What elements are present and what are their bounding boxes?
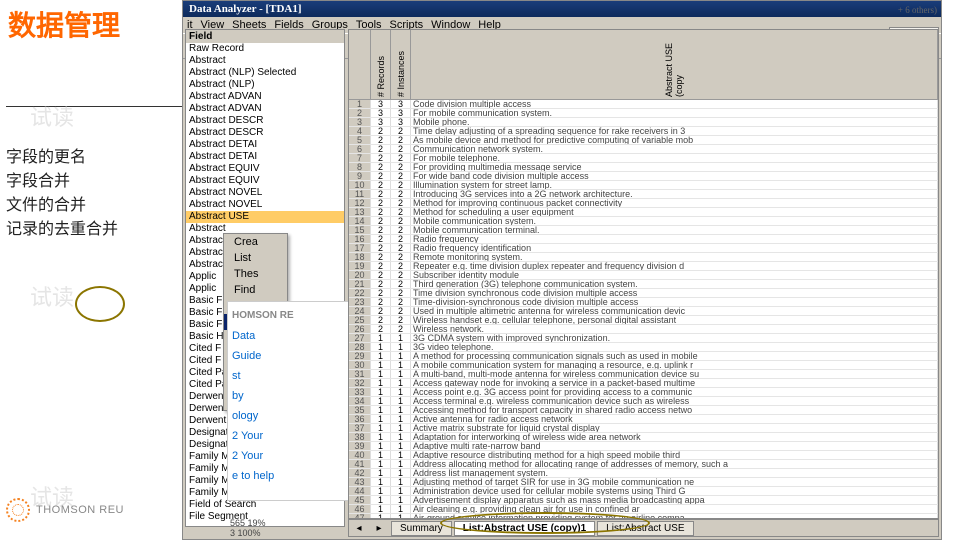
table-row[interactable]: 1522Mobile communication terminal. [349,226,938,235]
table-row[interactable]: 1722Radio frequency identification [349,244,938,253]
context-menu-item[interactable]: Crea [224,234,287,250]
table-row[interactable]: 4311Adjusting method of target SIR for u… [349,478,938,487]
table-row[interactable]: 233For mobile communication system. [349,109,938,118]
field-header: Field [186,30,344,43]
table-row[interactable]: 1622Radio frequency [349,235,938,244]
table-row[interactable]: 822For providing multimedia message serv… [349,163,938,172]
field-item[interactable]: Abstract [186,55,344,67]
table-row[interactable]: 4211Address list management system. [349,469,938,478]
scroll-left-icon[interactable]: ◂ [349,523,369,534]
table-row[interactable]: 2422Used in multiple altimetric antenna … [349,307,938,316]
table-row[interactable]: 3811Adaptation for interworking of wirel… [349,433,938,442]
context-menu-item[interactable]: Find [224,282,287,298]
others-hint: + 6 others) [898,5,937,15]
context-menu-item[interactable]: List [224,250,287,266]
table-row[interactable]: 133Code division multiple access [349,100,938,109]
table-row[interactable]: 2622Wireless network. [349,325,938,334]
field-item[interactable]: Abstract NOVEL [186,199,344,211]
status-bar: ◂ ▸ Summary List:Abstract USE (copy)1 Li… [348,519,939,537]
table-row[interactable]: 922For wide band code division multiple … [349,172,938,181]
table-row[interactable]: 1122Introducing 3G services into a 2G ne… [349,190,938,199]
field-item[interactable]: Abstract USE [186,211,344,223]
field-item[interactable]: Abstract ADVAN [186,91,344,103]
table-row[interactable]: 1322Method for scheduling a user equipme… [349,208,938,217]
table-row[interactable]: 3311Access point e.g. 3G access point fo… [349,388,938,397]
field-item[interactable]: Abstract DESCR [186,127,344,139]
field-item[interactable]: Abstract (NLP) Selected [186,67,344,79]
sheet-tab[interactable]: List:Abstract USE (copy)1 [454,521,595,536]
table-row[interactable]: 4511Advertisement display apparatus such… [349,496,938,505]
column-headers: # Records # Instances Abstract USE (copy [349,30,938,100]
field-item[interactable]: Abstract DESCR [186,115,344,127]
table-row[interactable]: 2022Subscriber identity module [349,271,938,280]
thomson-icon [6,498,30,522]
field-item[interactable]: Abstract EQUIV [186,175,344,187]
table-row[interactable]: 522As mobile device and method for predi… [349,136,938,145]
table-row[interactable]: 4011Adaptive resource distributing metho… [349,451,938,460]
table-row[interactable]: 27113G CDMA system with improved synchro… [349,334,938,343]
table-row[interactable]: 4711Air-ground service information provi… [349,514,938,518]
field-item[interactable]: Abstract NOVEL [186,187,344,199]
notes: 字段的更名 字段合并 文件的合并 记录的去重合并 [6,146,118,242]
table-row[interactable]: 3611Active antenna for radio access netw… [349,415,938,424]
table-row[interactable]: 2222Time division synchronous code divis… [349,289,938,298]
table-row[interactable]: 1222Method for improving continuous pack… [349,199,938,208]
sheet-tab[interactable]: List:Abstract USE [597,521,693,536]
table-row[interactable]: 1922Repeater e.g. time division duplex r… [349,262,938,271]
table-row[interactable]: 333Mobile phone. [349,118,938,127]
field-item[interactable]: Abstract DETAI [186,139,344,151]
table-row[interactable]: 2322Time-division-synchronous code divis… [349,298,938,307]
watermark: 试读 [30,100,74,132]
field-item[interactable]: Raw Record [186,43,344,55]
table-row[interactable]: 3011A mobile communication system for ma… [349,361,938,370]
field-item[interactable]: Abstract EQUIV [186,163,344,175]
table-row[interactable]: 722For mobile telephone. [349,154,938,163]
title-bar: Data Analyzer - [TDA1] [183,1,941,17]
watermark: 试读 [30,280,74,312]
logo: THOMSON REU [6,498,124,522]
table-row[interactable]: 4411Administration device used for cellu… [349,487,938,496]
table-row[interactable]: 2122Third generation (3G) telephone comm… [349,280,938,289]
app-window: Data Analyzer - [TDA1] it View Sheets Fi… [182,0,942,540]
table-row[interactable]: 3111A multi-band, multi-mode antenna for… [349,370,938,379]
table-row[interactable]: 3711Active matrix substrate for liquid c… [349,424,938,433]
field-item[interactable]: Abstract (NLP) [186,79,344,91]
data-grid[interactable]: # Records # Instances Abstract USE (copy… [348,29,939,519]
annotation-circle [75,286,125,322]
table-row[interactable]: 3511Accessing method for transport capac… [349,406,938,415]
table-row[interactable]: 28113G video telephone. [349,343,938,352]
table-row[interactable]: 1822Remote monitoring system. [349,253,938,262]
table-row[interactable]: 2522Wireless handset e.g. cellular telep… [349,316,938,325]
field-item[interactable]: Abstract DETAI [186,151,344,163]
field-item[interactable]: Abstract ADVAN [186,103,344,115]
table-row[interactable]: 4611Air cleaning e.g. providing clean ai… [349,505,938,514]
table-row[interactable]: 3211Access gateway node for invoking a s… [349,379,938,388]
table-row[interactable]: 2911A method for processing communicatio… [349,352,938,361]
table-row[interactable]: 1022Illumination system for street lamp. [349,181,938,190]
table-row[interactable]: 1422Mobile communication system. [349,217,938,226]
footer-stats: 565 19%3 100% [230,518,266,538]
context-menu-item[interactable]: Thes [224,266,287,282]
scroll-right-icon[interactable]: ▸ [369,523,389,534]
table-row[interactable]: 622Communication network system. [349,145,938,154]
table-row[interactable]: 3911Adaptive multi rate-narrow band [349,442,938,451]
table-row[interactable]: 422Time delay adjusting of a spreading s… [349,127,938,136]
table-row[interactable]: 4111Address allocating method for alloca… [349,460,938,469]
summary-tab[interactable]: Summary [391,521,452,536]
table-row[interactable]: 3411Access terminal e.g. wireless commun… [349,397,938,406]
